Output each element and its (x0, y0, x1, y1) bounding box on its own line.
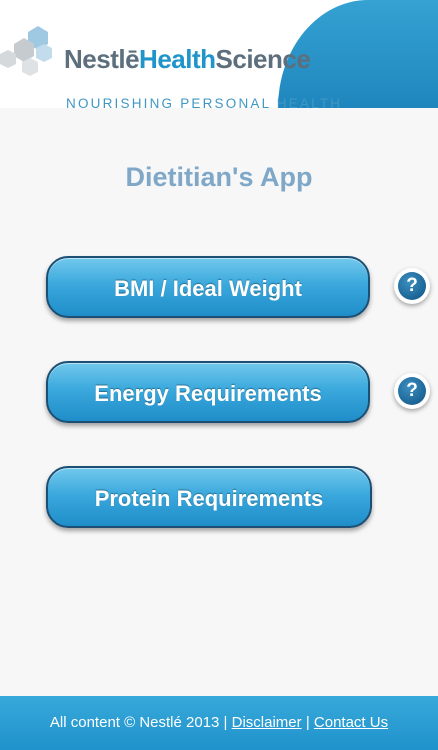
contact-us-link[interactable]: Contact Us (314, 714, 388, 731)
brand-name-health: Health (139, 44, 216, 74)
brand-name-nestle: Nestlē (64, 44, 140, 74)
header: NestlēHealthScience NOURISHING PERSONAL … (0, 0, 438, 108)
brand-tagline: NOURISHING PERSONAL HEALTH (66, 96, 343, 108)
footer-copyright: All content © Nestlé 2013 | (49, 714, 228, 731)
page-title: Dietitian's App (125, 162, 313, 192)
app-screen: NestlēHealthScience NOURISHING PERSONAL … (0, 0, 438, 750)
energy-requirements-button[interactable]: Energy Requirements (46, 361, 370, 423)
question-mark-icon: ? (398, 377, 426, 405)
energy-help-button[interactable]: ? (394, 373, 430, 409)
disclaimer-link[interactable]: Disclaimer (232, 714, 302, 731)
brand-logo: NestlēHealthScience NOURISHING PERSONAL … (0, 18, 340, 108)
bmi-ideal-weight-button[interactable]: BMI / Ideal Weight (46, 256, 370, 318)
brand-name-science: Science (215, 44, 311, 74)
footer: All content © Nestlé 2013 | Disclaimer |… (0, 696, 438, 750)
protein-requirements-button[interactable]: Protein Requirements (46, 466, 372, 528)
brand-name: NestlēHealthScience (64, 44, 311, 74)
footer-separator: | (305, 714, 310, 731)
question-mark-icon: ? (398, 272, 426, 300)
bmi-help-button[interactable]: ? (394, 268, 430, 304)
nestle-health-science-logo-icon (0, 26, 52, 76)
